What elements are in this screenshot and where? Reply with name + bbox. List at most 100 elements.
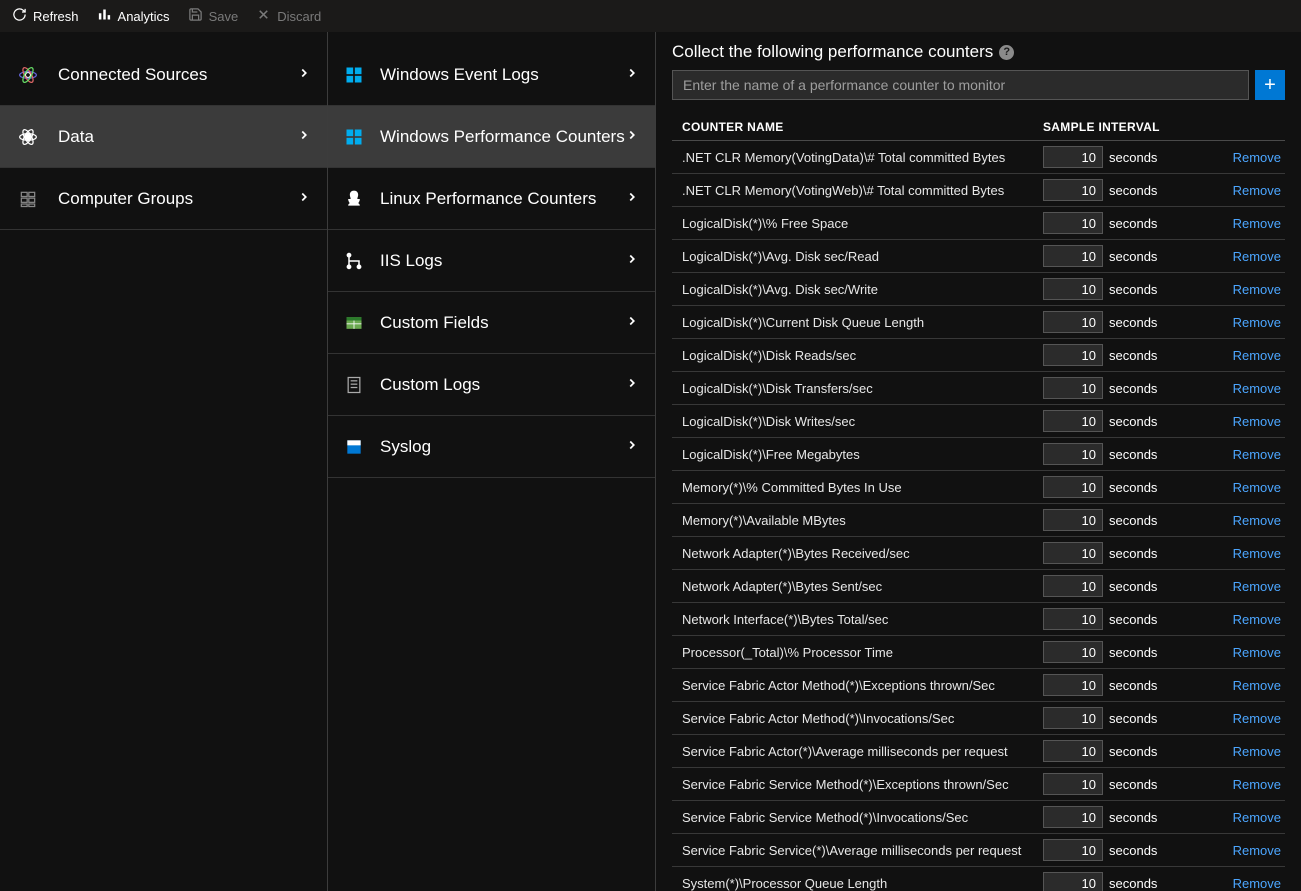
chevron-right-icon (297, 190, 311, 207)
counter-row: Memory(*)\Available MBytessecondsRemove (672, 504, 1285, 537)
discard-button[interactable]: Discard (256, 7, 321, 25)
interval-input[interactable] (1043, 542, 1103, 564)
remove-link[interactable]: Remove (1223, 183, 1285, 198)
remove-link[interactable]: Remove (1223, 414, 1285, 429)
remove-link[interactable]: Remove (1223, 348, 1285, 363)
interval-input[interactable] (1043, 806, 1103, 828)
interval-input[interactable] (1043, 344, 1103, 366)
interval-input[interactable] (1043, 674, 1103, 696)
counters-panel: Collect the following performance counte… (656, 32, 1301, 891)
secondary-nav-item[interactable]: IIS Logs (328, 230, 655, 292)
interval-input[interactable] (1043, 575, 1103, 597)
toolbar: Refresh Analytics Save Discard (0, 0, 1301, 32)
remove-link[interactable]: Remove (1223, 513, 1285, 528)
interval-unit: seconds (1109, 546, 1157, 561)
remove-link[interactable]: Remove (1223, 612, 1285, 627)
interval-unit: seconds (1109, 579, 1157, 594)
interval-input[interactable] (1043, 872, 1103, 891)
remove-link[interactable]: Remove (1223, 744, 1285, 759)
interval-input[interactable] (1043, 740, 1103, 762)
primary-nav-item[interactable]: Data (0, 106, 327, 168)
remove-link[interactable]: Remove (1223, 447, 1285, 462)
col-sample-interval: SAMPLE INTERVAL (1043, 120, 1223, 134)
remove-link[interactable]: Remove (1223, 711, 1285, 726)
counter-row: Processor(_Total)\% Processor Timesecond… (672, 636, 1285, 669)
secondary-nav-item[interactable]: Windows Performance Counters (328, 106, 655, 168)
interval-unit: seconds (1109, 843, 1157, 858)
counter-name: Memory(*)\% Committed Bytes In Use (672, 480, 1043, 495)
remove-link[interactable]: Remove (1223, 315, 1285, 330)
nav-label: Custom Fields (380, 313, 625, 333)
interval-input[interactable] (1043, 311, 1103, 333)
secondary-nav-item[interactable]: Custom Logs (328, 354, 655, 416)
refresh-label: Refresh (33, 9, 79, 24)
remove-link[interactable]: Remove (1223, 381, 1285, 396)
interval-unit: seconds (1109, 612, 1157, 627)
discard-icon (256, 7, 271, 25)
remove-link[interactable]: Remove (1223, 546, 1285, 561)
interval-input[interactable] (1043, 179, 1103, 201)
nav-label: Windows Performance Counters (380, 127, 625, 147)
remove-link[interactable]: Remove (1223, 249, 1285, 264)
interval-input[interactable] (1043, 146, 1103, 168)
panel-title: Collect the following performance counte… (672, 42, 993, 62)
save-button[interactable]: Save (188, 7, 239, 25)
interval-input[interactable] (1043, 839, 1103, 861)
remove-link[interactable]: Remove (1223, 678, 1285, 693)
interval-input[interactable] (1043, 641, 1103, 663)
secondary-nav-item[interactable]: Windows Event Logs (328, 44, 655, 106)
counter-name: LogicalDisk(*)\% Free Space (672, 216, 1043, 231)
data-icon (16, 127, 40, 147)
primary-nav-item[interactable]: Computer Groups (0, 168, 327, 230)
counter-row: LogicalDisk(*)\Avg. Disk sec/Readseconds… (672, 240, 1285, 273)
counter-row: Network Interface(*)\Bytes Total/secseco… (672, 603, 1285, 636)
remove-link[interactable]: Remove (1223, 843, 1285, 858)
refresh-button[interactable]: Refresh (12, 7, 79, 25)
interval-input[interactable] (1043, 278, 1103, 300)
remove-link[interactable]: Remove (1223, 150, 1285, 165)
remove-link[interactable]: Remove (1223, 777, 1285, 792)
interval-input[interactable] (1043, 212, 1103, 234)
interval-unit: seconds (1109, 711, 1157, 726)
analytics-button[interactable]: Analytics (97, 7, 170, 25)
windows-icon (340, 65, 368, 85)
interval-unit: seconds (1109, 744, 1157, 759)
remove-link[interactable]: Remove (1223, 282, 1285, 297)
remove-link[interactable]: Remove (1223, 216, 1285, 231)
interval-unit: seconds (1109, 876, 1157, 891)
counter-row: .NET CLR Memory(VotingWeb)\# Total commi… (672, 174, 1285, 207)
interval-unit: seconds (1109, 480, 1157, 495)
remove-link[interactable]: Remove (1223, 579, 1285, 594)
help-icon[interactable]: ? (999, 45, 1014, 60)
remove-link[interactable]: Remove (1223, 810, 1285, 825)
counter-row: LogicalDisk(*)\% Free SpacesecondsRemove (672, 207, 1285, 240)
interval-input[interactable] (1043, 509, 1103, 531)
interval-input[interactable] (1043, 410, 1103, 432)
windows-icon (340, 127, 368, 147)
add-counter-button[interactable]: + (1255, 70, 1285, 100)
counter-name: LogicalDisk(*)\Avg. Disk sec/Write (672, 282, 1043, 297)
counter-row: Service Fabric Service Method(*)\Invocat… (672, 801, 1285, 834)
counter-row: Memory(*)\% Committed Bytes In Use second… (672, 471, 1285, 504)
remove-link[interactable]: Remove (1223, 876, 1285, 891)
nav-label: Computer Groups (58, 189, 297, 209)
counter-name: Service Fabric Actor Method(*)\Invocatio… (672, 711, 1043, 726)
secondary-nav-item[interactable]: Linux Performance Counters (328, 168, 655, 230)
interval-input[interactable] (1043, 377, 1103, 399)
chevron-right-icon (625, 438, 639, 455)
remove-link[interactable]: Remove (1223, 645, 1285, 660)
interval-input[interactable] (1043, 608, 1103, 630)
counter-name: Processor(_Total)\% Processor Time (672, 645, 1043, 660)
primary-nav-item[interactable]: Connected Sources (0, 44, 327, 106)
remove-link[interactable]: Remove (1223, 480, 1285, 495)
counter-name-input[interactable] (672, 70, 1249, 100)
counter-name: Service Fabric Actor(*)\Average millisec… (672, 744, 1043, 759)
chevron-right-icon (625, 314, 639, 331)
interval-input[interactable] (1043, 245, 1103, 267)
interval-input[interactable] (1043, 443, 1103, 465)
secondary-nav-item[interactable]: Custom Fields (328, 292, 655, 354)
interval-input[interactable] (1043, 707, 1103, 729)
interval-input[interactable] (1043, 476, 1103, 498)
secondary-nav-item[interactable]: Syslog (328, 416, 655, 478)
interval-input[interactable] (1043, 773, 1103, 795)
